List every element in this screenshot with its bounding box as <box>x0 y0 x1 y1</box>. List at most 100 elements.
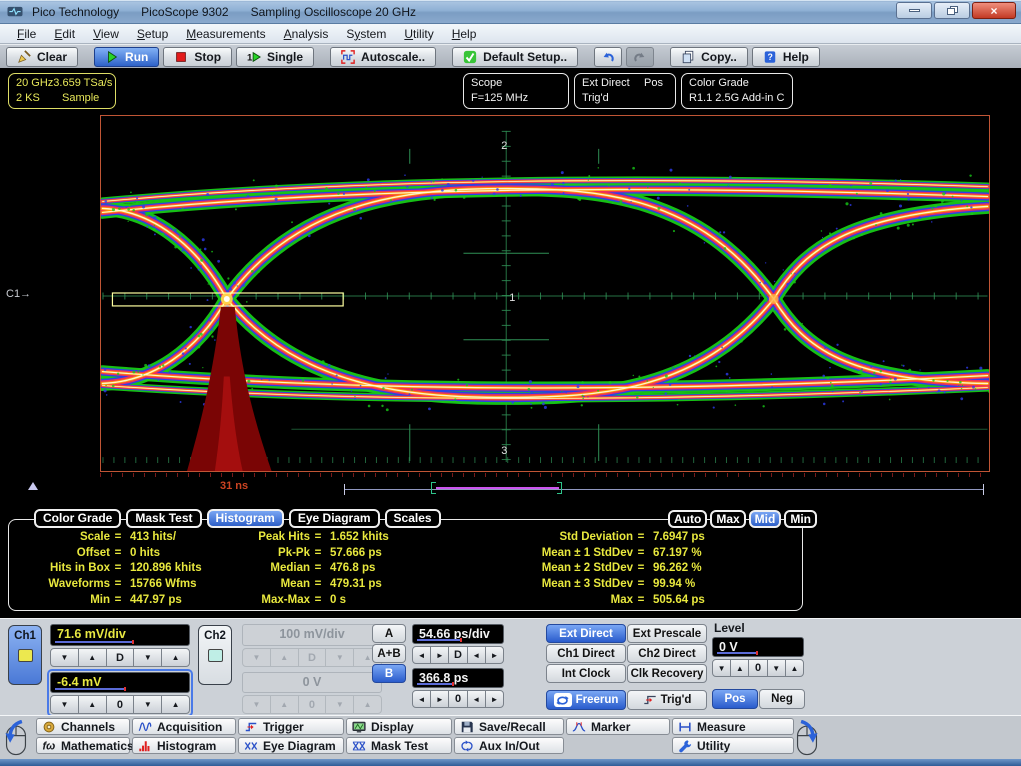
menu-histogram-button[interactable]: Histogram <box>132 737 236 754</box>
tab-color-grade[interactable]: Color Grade <box>34 509 121 528</box>
timebase-b-button[interactable]: B <box>372 664 406 683</box>
slope-pos-button[interactable]: Pos <box>712 689 758 709</box>
trigger-source-int-clock[interactable]: Int Clock <box>546 664 626 683</box>
slope-neg-button[interactable]: Neg <box>759 689 805 709</box>
undo-button[interactable] <box>594 47 622 67</box>
spinner-coarse-button[interactable]: D <box>448 646 467 664</box>
menu-view[interactable]: View <box>84 25 128 43</box>
tab-mask-test[interactable]: Mask Test <box>126 509 201 528</box>
trigger-source-ext-direct[interactable]: Ext Direct <box>546 624 626 643</box>
histogram-icon <box>138 739 152 753</box>
close-button[interactable]: × <box>972 2 1016 19</box>
spinner-zero-button[interactable]: 0 <box>748 659 767 677</box>
spinner-right-button[interactable]: ► <box>430 646 449 664</box>
spinner-down-button[interactable]: ▼ <box>133 648 162 667</box>
spinner-zero-button[interactable]: 0 <box>106 695 135 714</box>
ch2-button[interactable]: Ch2 <box>198 625 232 685</box>
menu-measurements[interactable]: Measurements <box>177 25 274 43</box>
menu-channels-button[interactable]: Channels <box>36 718 130 735</box>
spinner-up-button[interactable]: ▲ <box>161 648 190 667</box>
spinner-zero-button[interactable]: 0 <box>448 690 467 708</box>
spinner-left-button[interactable]: ◄ <box>467 690 486 708</box>
copy-button[interactable]: Copy.. <box>670 47 748 67</box>
sweep-trigd-button[interactable]: Trig'd <box>627 690 707 710</box>
menu-utility-button[interactable]: Utility <box>672 737 794 754</box>
autoscale-button[interactable]: Autoscale.. <box>330 47 436 67</box>
menu-trigger-button[interactable]: Trigger <box>238 718 344 735</box>
spinner-coarse-button[interactable]: D <box>106 648 135 667</box>
menu-aux-in-out-button[interactable]: Aux In/Out <box>454 737 564 754</box>
menu-save-recall-button[interactable]: Save/Recall <box>454 718 564 735</box>
spinner-left-button[interactable]: ◄ <box>412 690 431 708</box>
window-bracket-right[interactable] <box>557 482 562 494</box>
spinner-down-button[interactable]: ▼ <box>712 659 731 677</box>
tab-eye-diagram[interactable]: Eye Diagram <box>289 509 380 528</box>
menu-display-button[interactable]: Display <box>346 718 452 735</box>
spinner-right-button[interactable]: ► <box>430 690 449 708</box>
trigger-source-ch1-direct[interactable]: Ch1 Direct <box>546 644 626 663</box>
timebase-a-button[interactable]: A <box>372 624 406 643</box>
ch1-button[interactable]: Ch1 <box>8 625 42 685</box>
tab-histogram[interactable]: Histogram <box>207 509 284 528</box>
tab-scales[interactable]: Scales <box>385 509 441 528</box>
default-setup-button[interactable]: Default Setup.. <box>452 47 578 67</box>
run-button[interactable]: Run <box>94 47 159 67</box>
stats-min-button[interactable]: Min <box>784 510 817 528</box>
menu-analysis[interactable]: Analysis <box>275 25 338 43</box>
menu-setup[interactable]: Setup <box>128 25 177 43</box>
menu-system[interactable]: System <box>337 25 395 43</box>
graticule-label-3: 3 <box>501 445 507 457</box>
stats-column-1: Scale=413 hits/ Offset=0 hits Hits in Bo… <box>10 530 202 609</box>
timebase-window-segment[interactable] <box>436 487 559 489</box>
menu-eye-diagram-button[interactable]: Eye Diagram <box>238 737 344 754</box>
menu-acquisition-button[interactable]: Acquisition <box>132 718 236 735</box>
spinner-up-button[interactable]: ▲ <box>78 648 107 667</box>
spinner-down-button[interactable]: ▼ <box>767 659 786 677</box>
ch1-offset-value[interactable]: -6.4 mV <box>50 672 190 693</box>
menu-mask-test-button[interactable]: Mask Test <box>346 737 452 754</box>
minimize-button[interactable] <box>896 2 932 19</box>
timebase-delay-spinner: ◄ ► 0 ◄ ► <box>412 690 504 708</box>
spinner-up-button[interactable]: ▲ <box>785 659 804 677</box>
title-description: Sampling Oscilloscope 20 GHz <box>251 5 416 19</box>
stats-max-button[interactable]: Max <box>710 510 745 528</box>
acquisition-window-bar[interactable] <box>344 489 984 490</box>
stats-mid-button[interactable]: Mid <box>749 510 782 528</box>
trigger-position-marker[interactable] <box>28 482 38 490</box>
clear-button[interactable]: Clear <box>6 47 78 67</box>
menu-help[interactable]: Help <box>443 25 486 43</box>
spinner-down-button[interactable]: ▼ <box>50 648 79 667</box>
trigger-source-ch2-direct[interactable]: Ch2 Direct <box>627 644 707 663</box>
timebase-a-plus-b-button[interactable]: A+B <box>372 644 406 663</box>
ch1-scale-value[interactable]: 71.6 mV/div <box>50 624 190 646</box>
single-button[interactable]: Single <box>236 47 314 67</box>
timebase-scale-value[interactable]: 54.66 ps/div <box>412 624 504 644</box>
menu-marker-button[interactable]: Marker <box>566 718 670 735</box>
menu-file[interactable]: File <box>8 25 45 43</box>
spinner-right-button[interactable]: ► <box>485 690 504 708</box>
spinner-up-button[interactable]: ▲ <box>730 659 749 677</box>
menu-mathematics-button[interactable]: Mathematics <box>36 737 130 754</box>
trigger-source-clk-recovery[interactable]: Clk Recovery <box>627 664 707 683</box>
window-bracket-left[interactable] <box>431 482 436 494</box>
spinner-left-button[interactable]: ◄ <box>467 646 486 664</box>
sweep-freerun-button[interactable]: Freerun <box>546 690 626 710</box>
help-button[interactable]: Help <box>752 47 820 67</box>
stop-button[interactable]: Stop <box>163 47 232 67</box>
spinner-down-button[interactable]: ▼ <box>50 695 79 714</box>
undo-icon <box>601 50 615 64</box>
level-value[interactable]: 0 V <box>712 637 804 657</box>
timebase-delay-value[interactable]: 366.8 ps <box>412 668 504 688</box>
spinner-down-button[interactable]: ▼ <box>133 695 162 714</box>
spinner-up-button[interactable]: ▲ <box>78 695 107 714</box>
menu-utility[interactable]: Utility <box>395 25 442 43</box>
spinner-right-button[interactable]: ► <box>485 646 504 664</box>
restore-button[interactable] <box>934 2 970 19</box>
waveform-display[interactable]: 2 1 3 <box>100 115 990 472</box>
menu-measure-button[interactable]: Measure <box>672 718 794 735</box>
trigger-source-ext-prescale[interactable]: Ext Prescale <box>627 624 707 643</box>
menu-edit[interactable]: Edit <box>45 25 84 43</box>
spinner-left-button[interactable]: ◄ <box>412 646 431 664</box>
spinner-up-button[interactable]: ▲ <box>161 695 190 714</box>
stats-auto-button[interactable]: Auto <box>668 510 707 528</box>
